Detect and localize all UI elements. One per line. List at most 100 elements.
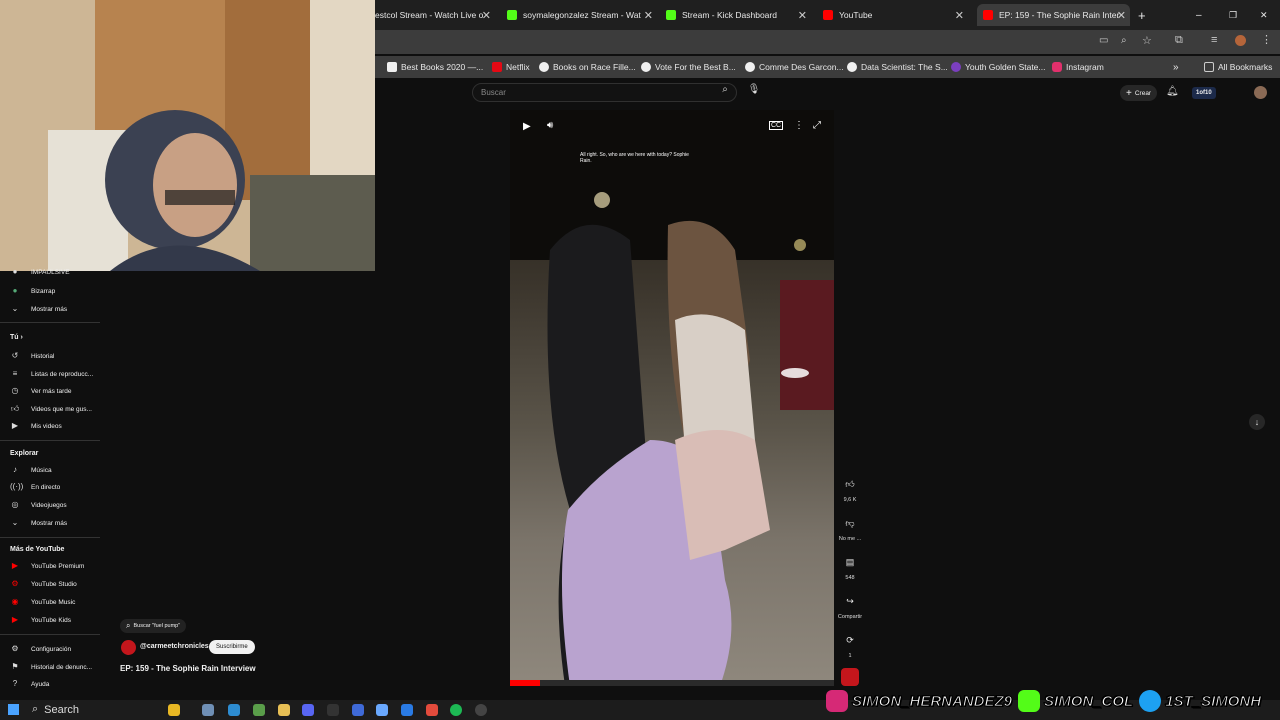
sidebar-item-yt-premium[interactable]: ▶ YouTube Premium — [0, 557, 100, 575]
subscribe-button[interactable]: Suscribirme — [209, 640, 255, 654]
channel-badge[interactable]: 1of10 — [1192, 87, 1216, 99]
media-icon[interactable]: ≡ — [1211, 34, 1217, 46]
cast-icon[interactable]: ▭ — [1099, 35, 1108, 46]
share-button[interactable]: ↪ Compartir — [835, 592, 865, 620]
sidebar-item-yt-music[interactable]: ◉ YouTube Music — [0, 593, 100, 611]
close-tab-icon[interactable]: ✕ — [644, 9, 653, 22]
history-icon: ↺ — [11, 351, 19, 360]
sidebar-item-liked[interactable]: 👍︎ Videos que me gus... — [0, 400, 100, 418]
arrow-down-icon[interactable]: ↓ — [1249, 414, 1265, 430]
bookmark-item[interactable]: Vote For the Best B... — [641, 62, 736, 72]
maximize-button[interactable]: ❐ — [1229, 4, 1241, 26]
play-icon[interactable]: ▶ — [523, 121, 531, 132]
sidebar-item-help[interactable]: ? Ayuda — [0, 675, 100, 693]
menu-icon[interactable]: ⋮ — [1261, 33, 1272, 46]
music-icon: ♪ — [13, 465, 17, 474]
app-icon[interactable] — [475, 704, 487, 716]
more-options-icon[interactable]: ⋮ — [794, 120, 804, 131]
sidebar-header-you[interactable]: Tú › — [10, 334, 23, 341]
sidebar-item-gaming[interactable]: ◎ Videojuegos — [0, 496, 100, 514]
bookmarks-overflow-button[interactable]: » — [1173, 62, 1179, 73]
close-tab-icon[interactable]: ✕ — [1117, 9, 1126, 22]
star-icon[interactable]: ☆ — [1142, 34, 1152, 47]
volume-icon[interactable]: 🔊︎ — [547, 120, 553, 131]
app-icon[interactable] — [352, 704, 364, 716]
bookmark-item[interactable]: Netflix — [492, 62, 530, 72]
instagram-handle: SIMON_HERNANDEZ9 — [851, 692, 1013, 710]
shorts-video-player[interactable] — [510, 110, 834, 686]
channel-avatar[interactable] — [121, 640, 136, 655]
bookmark-item[interactable]: Comme Des Garcon... — [745, 62, 844, 72]
close-tab-icon[interactable]: ✕ — [482, 9, 491, 22]
bell-icon[interactable]: 🔔︎ — [1166, 86, 1179, 97]
search-icon[interactable]: ⌕ — [714, 84, 736, 101]
file-explorer-icon[interactable] — [278, 704, 290, 716]
remix-button[interactable]: ⟳ 1 — [838, 631, 862, 659]
captions-icon[interactable]: CC — [769, 121, 784, 130]
app-icon[interactable] — [401, 704, 413, 716]
browser-tab[interactable]: estcol Stream - Watch Live o ✕ — [375, 4, 495, 26]
bookmark-item[interactable]: Instagram — [1052, 62, 1104, 72]
close-tab-icon[interactable]: ✕ — [798, 9, 807, 22]
sidebar-item-music[interactable]: ♪ Música — [0, 461, 100, 479]
sidebar-item-impaulsive[interactable]: ● IMPAULSIVE — [0, 263, 100, 281]
sidebar-item-playlists[interactable]: ≡ Listas de reproducc... — [0, 365, 100, 383]
sidebar-item-report-history[interactable]: ⚑ Historial de denunc... — [0, 658, 100, 676]
sidebar-item-show-more[interactable]: ⌄ Mostrar más — [0, 514, 100, 532]
spotify-icon[interactable] — [450, 704, 462, 716]
browser-tab[interactable]: soymalegonzalez Stream - Wat ✕ — [507, 4, 657, 26]
sidebar-item-label: YouTube Music — [31, 598, 76, 606]
close-tab-icon[interactable]: ✕ — [955, 9, 964, 22]
app-icon[interactable] — [253, 704, 265, 716]
taskbar-search[interactable]: ⌕ Search — [32, 703, 79, 716]
task-view-icon[interactable] — [202, 704, 214, 716]
app-icon[interactable] — [376, 704, 388, 716]
fullscreen-icon[interactable]: ⤢ — [813, 120, 821, 131]
mic-icon[interactable]: 🎙 — [745, 84, 763, 102]
avatar[interactable] — [1254, 86, 1267, 99]
minimize-button[interactable]: – — [1196, 4, 1208, 26]
widget-icon[interactable] — [168, 704, 180, 716]
browser-tab-active[interactable]: EP: 159 - The Sophie Rain Inter ✕ — [977, 4, 1130, 26]
dislike-button[interactable]: 👎︎ No me ... — [838, 514, 862, 542]
video-title[interactable]: EP: 159 - The Sophie Rain Interview — [120, 664, 256, 673]
sidebar-item-show-more[interactable]: ⌄ Mostrar más — [0, 300, 100, 318]
sound-avatar[interactable] — [841, 668, 859, 686]
search-input[interactable]: Buscar — [472, 83, 737, 102]
bookmark-item[interactable]: Best Books 2020 —... — [387, 62, 483, 72]
sidebar-item-label: Videos que me gus... — [31, 405, 92, 413]
close-window-button[interactable]: ✕ — [1260, 4, 1272, 26]
windows-start-icon[interactable] — [8, 704, 19, 715]
like-button[interactable]: 👍︎ 9,6 K — [838, 475, 862, 503]
sidebar-item-history[interactable]: ↺ Historial — [0, 347, 100, 365]
sidebar-item-bizarrap[interactable]: ● Bizarrap — [0, 282, 100, 300]
sidebar-item-label: Historial — [31, 352, 55, 360]
thumbs-up-icon: 👍︎ — [845, 479, 855, 489]
discord-icon[interactable] — [302, 704, 314, 716]
create-button[interactable]: + Crear — [1120, 85, 1158, 101]
sidebar-item-my-videos[interactable]: ▶ Mis videos — [0, 417, 100, 435]
new-tab-button[interactable]: + — [1138, 4, 1150, 26]
browser-tab[interactable]: Stream - Kick Dashboard ✕ — [666, 4, 811, 26]
bookmark-item[interactable]: Books on Race Fille... — [539, 62, 636, 72]
sidebar-item-live[interactable]: ((·)) En directo — [0, 478, 100, 496]
comment-icon: ▤ — [845, 557, 855, 567]
extensions-icon[interactable]: ⧉ — [1175, 34, 1183, 47]
sidebar-item-yt-kids[interactable]: ▶ YouTube Kids — [0, 611, 100, 629]
sidebar-item-yt-studio[interactable]: ⚙ YouTube Studio — [0, 575, 100, 593]
bookmark-item[interactable]: Youth Golden State... — [951, 62, 1046, 72]
comments-button[interactable]: ▤ 548 — [838, 553, 862, 581]
sidebar-item-watch-later[interactable]: ◷ Ver más tarde — [0, 382, 100, 400]
channel-handle[interactable]: @carmeetchronicles — [140, 643, 209, 650]
browser-tab[interactable]: YouTube ✕ — [823, 4, 968, 26]
all-bookmarks-button[interactable]: All Bookmarks — [1204, 62, 1272, 72]
sidebar-item-settings[interactable]: ⚙ Configuración — [0, 640, 100, 658]
bookmark-item[interactable]: Data Scientist: The S... — [847, 62, 948, 72]
profile-avatar[interactable] — [1235, 35, 1246, 46]
gamepad-icon: ◎ — [11, 500, 19, 509]
edge-icon[interactable] — [228, 704, 240, 716]
search-chip[interactable]: ⌕ Buscar "fuel pump" — [120, 619, 187, 633]
chrome-icon[interactable] — [426, 704, 438, 716]
zoom-icon[interactable]: ⌕ — [1121, 35, 1127, 46]
obs-icon[interactable] — [327, 704, 339, 716]
